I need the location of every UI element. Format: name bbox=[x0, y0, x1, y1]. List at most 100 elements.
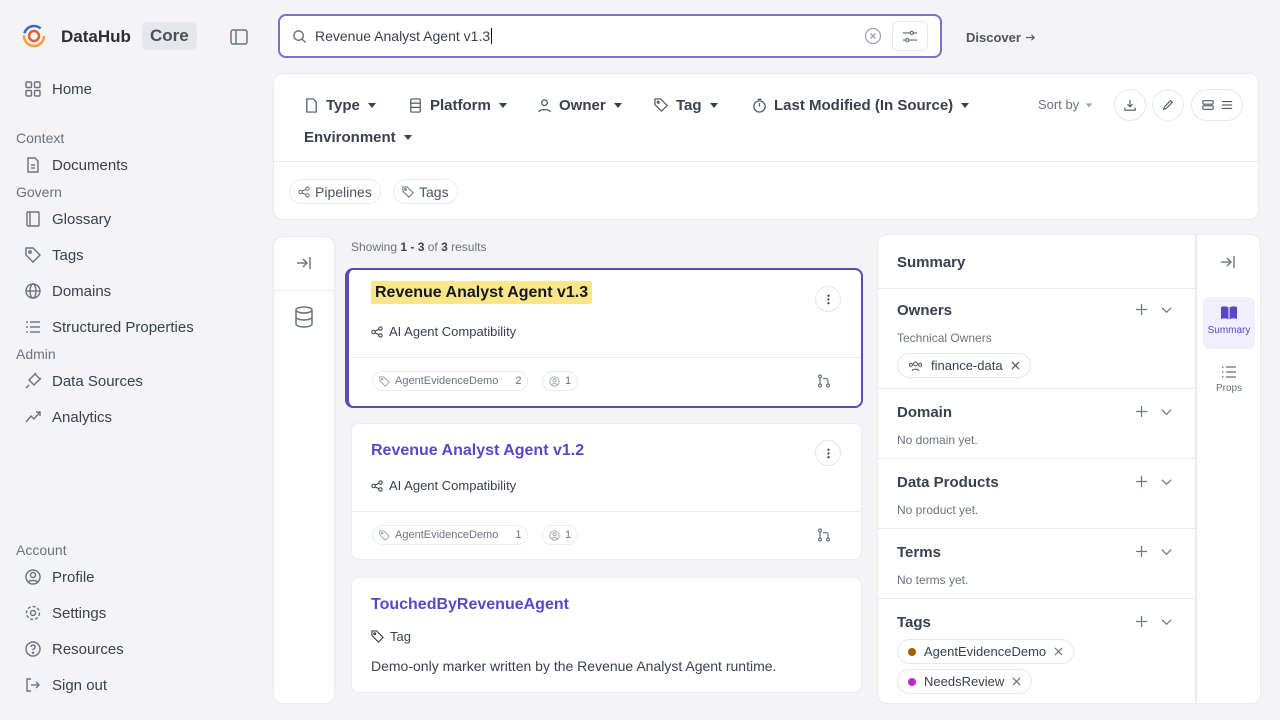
filter-tag[interactable]: Tag bbox=[654, 94, 719, 116]
sidebar-item-label: Settings bbox=[52, 604, 107, 622]
caret-down-icon bbox=[498, 103, 507, 108]
datahub-logo-icon[interactable] bbox=[22, 24, 46, 48]
chevron-down-icon[interactable] bbox=[1160, 405, 1173, 418]
add-term-icon[interactable] bbox=[1135, 545, 1148, 558]
results-prefix: Showing bbox=[351, 240, 398, 254]
result-title[interactable]: Revenue Analyst Agent v1.3 bbox=[371, 281, 593, 304]
chevron-down-icon[interactable] bbox=[1160, 303, 1173, 316]
sidebar-item-glossary[interactable]: Glossary bbox=[16, 204, 246, 234]
filter-environment[interactable]: Environment bbox=[304, 126, 413, 148]
caret-down-icon bbox=[709, 103, 718, 108]
tag-icon bbox=[654, 97, 668, 112]
discover-link[interactable]: Discover bbox=[966, 30, 1036, 45]
sliders-icon bbox=[902, 30, 918, 42]
filter-platform[interactable]: Platform bbox=[408, 94, 508, 116]
sidebar-item-sign-out[interactable]: Sign out bbox=[16, 670, 246, 700]
edition-badge: Core bbox=[142, 22, 197, 50]
filter-type[interactable]: Type bbox=[304, 94, 377, 116]
section-label-govern: Govern bbox=[16, 184, 62, 200]
results-total: 3 bbox=[441, 240, 448, 254]
view-toggle[interactable] bbox=[1191, 89, 1243, 121]
owner-pill[interactable]: finance-data bbox=[897, 353, 1031, 378]
lineage-icon[interactable] bbox=[817, 374, 831, 388]
sidebar-item-settings[interactable]: Settings bbox=[16, 598, 246, 628]
tag-pill[interactable]: NeedsReview bbox=[897, 669, 1033, 694]
tab-props[interactable]: Props bbox=[1203, 357, 1255, 409]
quick-filter-label: Tags bbox=[419, 183, 449, 200]
sidebar-item-profile[interactable]: Profile bbox=[16, 562, 246, 592]
add-data-product-icon[interactable] bbox=[1135, 475, 1148, 488]
sidebar-item-home[interactable]: Home bbox=[16, 74, 246, 104]
more-options-button[interactable] bbox=[815, 440, 841, 466]
result-card[interactable] bbox=[351, 577, 862, 693]
result-title[interactable]: TouchedByRevenueAgent bbox=[371, 596, 569, 614]
collapse-panel-icon[interactable] bbox=[1219, 253, 1237, 271]
list-view-icon[interactable] bbox=[1221, 99, 1233, 111]
divider bbox=[877, 598, 1196, 599]
owner-chip[interactable]: 1 bbox=[542, 525, 579, 545]
search-query[interactable]: Revenue Analyst Agent v1.3 bbox=[315, 28, 493, 44]
sidebar-item-label: Profile bbox=[52, 568, 95, 586]
chevron-down-icon[interactable] bbox=[1160, 475, 1173, 488]
result-title[interactable]: Revenue Analyst Agent v1.2 bbox=[371, 442, 584, 460]
group-icon bbox=[908, 361, 923, 371]
filter-owner[interactable]: Owner bbox=[537, 94, 623, 116]
divider bbox=[273, 290, 335, 291]
sidebar-item-resources[interactable]: Resources bbox=[16, 634, 246, 664]
sidebar-toggle-icon[interactable] bbox=[229, 27, 249, 47]
filter-last-modified[interactable]: Last Modified (In Source) bbox=[752, 94, 970, 116]
chevron-down-icon[interactable] bbox=[1160, 545, 1173, 558]
filter-label: Platform bbox=[430, 96, 491, 114]
tag-chip-label: AgentEvidenceDemo bbox=[395, 375, 499, 387]
brand-name: DataHub bbox=[61, 27, 131, 46]
tag-pill[interactable]: AgentEvidenceDemo bbox=[897, 639, 1075, 664]
sidebar-item-domains[interactable]: Domains bbox=[16, 276, 246, 306]
sidebar-item-label: Home bbox=[52, 80, 93, 98]
remove-icon[interactable] bbox=[1054, 647, 1063, 656]
add-tag-icon[interactable] bbox=[1135, 615, 1148, 628]
data-products-controls bbox=[1135, 475, 1173, 488]
download-button[interactable] bbox=[1114, 89, 1146, 121]
tag-color-dot bbox=[908, 647, 916, 656]
sidebar-item-structured-properties[interactable]: Structured Properties bbox=[16, 312, 246, 342]
filter-label: Tag bbox=[676, 96, 702, 114]
card-view-icon[interactable] bbox=[1201, 99, 1214, 111]
sort-by-dropdown[interactable]: Sort by bbox=[1038, 97, 1093, 112]
sidebar-item-label: Tags bbox=[52, 246, 84, 264]
terms-title: Terms bbox=[897, 544, 941, 561]
more-options-button[interactable] bbox=[815, 286, 841, 312]
sidebar-item-tags[interactable]: Tags bbox=[16, 240, 246, 270]
domain-controls bbox=[1135, 405, 1173, 418]
tag-chip[interactable]: AgentEvidenceDemo 1 bbox=[372, 525, 529, 545]
tag-chip[interactable]: AgentEvidenceDemo 2 bbox=[372, 371, 529, 391]
owners-subtitle: Technical Owners bbox=[897, 331, 992, 345]
search-filters-button[interactable] bbox=[892, 21, 928, 51]
chevron-down-icon[interactable] bbox=[1160, 615, 1173, 628]
clear-search-icon[interactable] bbox=[864, 27, 882, 45]
sidebar-item-data-sources[interactable]: Data Sources bbox=[16, 366, 246, 396]
section-label-context: Context bbox=[16, 130, 65, 146]
tab-summary[interactable]: Summary bbox=[1203, 297, 1255, 349]
quick-filter-pipelines[interactable]: Pipelines bbox=[289, 179, 381, 204]
results-count: Showing 1 - 3 of 3 results bbox=[351, 240, 486, 254]
database-icon[interactable] bbox=[294, 306, 314, 328]
data-products-title: Data Products bbox=[897, 474, 999, 491]
add-owner-icon[interactable] bbox=[1135, 303, 1148, 316]
owner-chip[interactable]: 1 bbox=[542, 371, 579, 391]
remove-icon[interactable] bbox=[1012, 677, 1021, 686]
edit-button[interactable] bbox=[1152, 89, 1184, 121]
properties-list-icon bbox=[1222, 366, 1236, 378]
sidebar-item-analytics[interactable]: Analytics bbox=[16, 402, 246, 432]
add-domain-icon[interactable] bbox=[1135, 405, 1148, 418]
expand-browse-icon[interactable] bbox=[295, 254, 313, 272]
download-icon bbox=[1124, 99, 1136, 111]
result-type: Tag bbox=[371, 629, 411, 644]
results-suffix: results bbox=[451, 240, 487, 254]
sidebar-item-documents[interactable]: Documents bbox=[16, 150, 246, 180]
arrow-right-icon bbox=[1025, 34, 1035, 41]
remove-icon[interactable] bbox=[1011, 361, 1020, 370]
divider bbox=[273, 161, 1259, 162]
lineage-icon[interactable] bbox=[817, 528, 831, 542]
sidebar-item-label: Sign out bbox=[52, 676, 108, 694]
quick-filter-tags[interactable]: Tags bbox=[393, 179, 458, 204]
